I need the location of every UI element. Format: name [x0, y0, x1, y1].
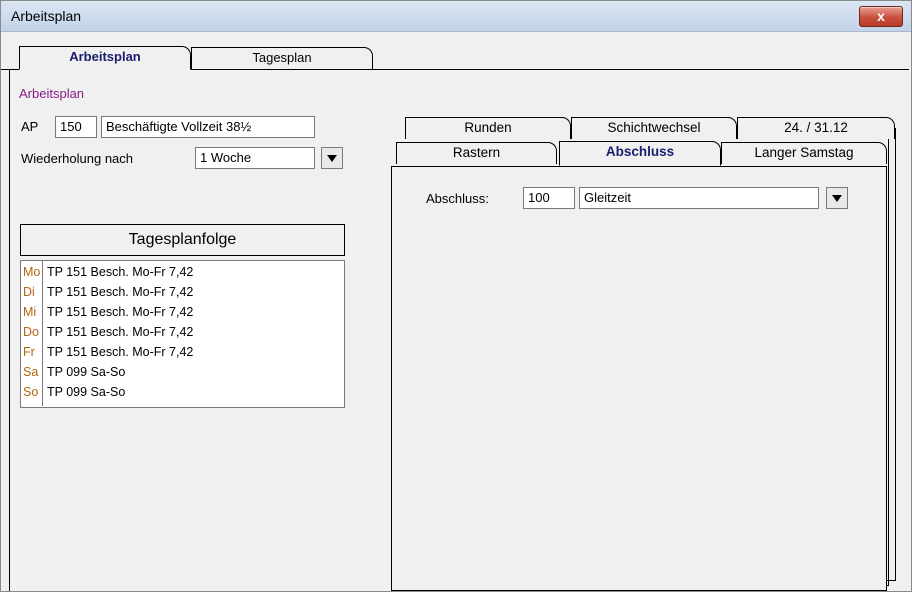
tab-24-31-12[interactable]: 24. / 31.12: [737, 117, 895, 139]
abschluss-panel: [391, 166, 887, 591]
abschluss-dropdown-button[interactable]: [826, 187, 848, 209]
abschluss-label: Abschluss:: [426, 191, 489, 206]
tab-runden[interactable]: Runden: [405, 117, 571, 139]
tab-abschluss[interactable]: Abschluss: [559, 141, 721, 166]
tab-arbeitsplan[interactable]: Arbeitsplan: [19, 46, 191, 70]
day-label: Mo: [23, 265, 41, 279]
wiederholung-label: Wiederholung nach: [21, 151, 134, 166]
main-tab-bar: Arbeitsplan Tagesplan: [1, 46, 909, 70]
tagesplanfolge-header: Tagesplanfolge: [20, 224, 345, 256]
title-bar[interactable]: Arbeitsplan x: [1, 1, 911, 32]
tab-langer-samstag[interactable]: Langer Samstag: [721, 142, 887, 164]
tab-arbeitsplan-label: Arbeitsplan: [69, 49, 141, 64]
ap-name-input[interactable]: Beschäftigte Vollzeit 38½: [101, 116, 315, 138]
day-plan: TP 151 Besch. Mo-Fr 7,42: [47, 325, 194, 339]
tab-schichtwechsel[interactable]: Schichtwechsel: [571, 117, 737, 139]
wiederholung-select[interactable]: 1 Woche: [195, 147, 315, 169]
tab-schichtwechsel-label: Schichtwechsel: [607, 120, 701, 135]
day-plan: TP 151 Besch. Mo-Fr 7,42: [47, 345, 194, 359]
day-plan: TP 151 Besch. Mo-Fr 7,42: [47, 305, 194, 319]
ap-label: AP: [21, 119, 39, 134]
day-plan: TP 151 Besch. Mo-Fr 7,42: [47, 265, 194, 279]
window-title: Arbeitsplan: [11, 8, 82, 24]
tab-langer-samstag-label: Langer Samstag: [754, 145, 854, 160]
abschluss-value-select[interactable]: Gleitzeit: [579, 187, 819, 209]
day-plan: TP 099 Sa-So: [47, 385, 126, 399]
list-item[interactable]: Sa TP 099 Sa-So: [21, 362, 344, 382]
tab-rastern-label: Rastern: [452, 145, 501, 160]
list-item[interactable]: Di TP 151 Besch. Mo-Fr 7,42: [21, 282, 344, 302]
day-label: Sa: [23, 365, 39, 379]
day-label: Mi: [23, 305, 37, 319]
section-label: Arbeitsplan: [19, 86, 85, 101]
arbeitsplan-window: Arbeitsplan x Arbeitsplan Tagesplan Arbe…: [0, 0, 912, 592]
day-label: Do: [23, 325, 39, 339]
day-plan: TP 151 Besch. Mo-Fr 7,42: [47, 285, 194, 299]
tab-runden-label: Runden: [464, 120, 512, 135]
list-item[interactable]: Fr TP 151 Besch. Mo-Fr 7,42: [21, 342, 344, 362]
day-plan: TP 099 Sa-So: [47, 365, 126, 379]
tab-24-31-12-label: 24. / 31.12: [784, 120, 848, 135]
list-item[interactable]: So TP 099 Sa-So: [21, 382, 344, 402]
wiederholung-dropdown-button[interactable]: [321, 147, 343, 169]
tagesplanfolge-list: Mo TP 151 Besch. Mo-Fr 7,42 Di TP 151 Be…: [20, 260, 345, 408]
close-icon: x: [877, 8, 885, 24]
list-item[interactable]: Mi TP 151 Besch. Mo-Fr 7,42: [21, 302, 344, 322]
day-label: So: [23, 385, 39, 399]
abschluss-number-input[interactable]: 100: [523, 187, 575, 209]
tab-tagesplan[interactable]: Tagesplan: [191, 47, 373, 69]
day-label: Di: [23, 285, 35, 299]
day-label: Fr: [23, 345, 35, 359]
close-button[interactable]: x: [859, 6, 903, 27]
tab-rastern[interactable]: Rastern: [396, 142, 557, 164]
tab-abschluss-label: Abschluss: [605, 144, 675, 159]
tab-tagesplan-label: Tagesplan: [252, 50, 312, 65]
list-item[interactable]: Mo TP 151 Besch. Mo-Fr 7,42: [21, 262, 344, 282]
ap-number-input[interactable]: 150: [55, 116, 97, 138]
list-item[interactable]: Do TP 151 Besch. Mo-Fr 7,42: [21, 322, 344, 342]
